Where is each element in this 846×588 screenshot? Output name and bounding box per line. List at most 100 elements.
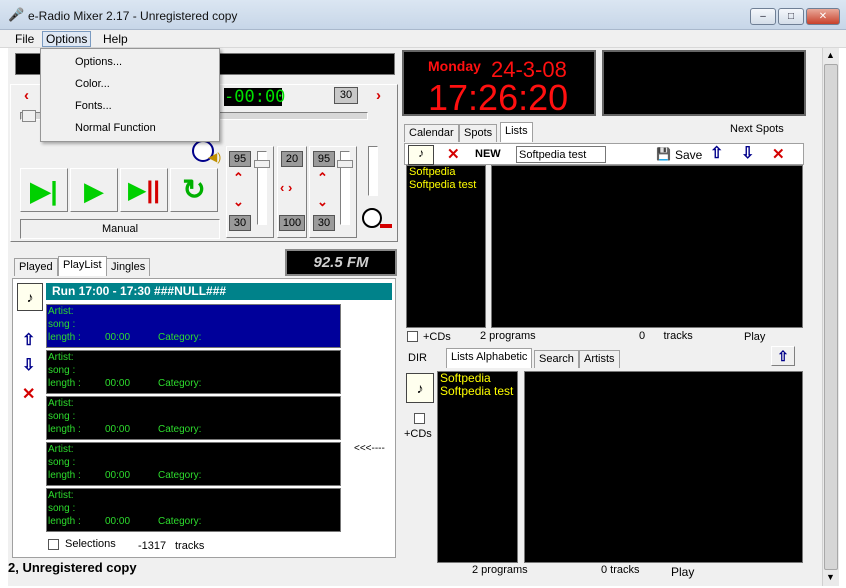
- menu-item-normal-function[interactable]: Normal Function: [41, 117, 219, 139]
- lists-play-button[interactable]: Play: [744, 331, 765, 343]
- dir-programs: 2 programs: [472, 564, 528, 576]
- slot-artist-label: Artist:: [48, 352, 74, 363]
- menu-item-color[interactable]: Color...: [41, 73, 219, 95]
- playlist-slot[interactable]: Artist: song : length : 00:00 Category:: [46, 442, 341, 486]
- menu-item-fonts[interactable]: Fonts...: [41, 95, 219, 117]
- tab-calendar[interactable]: Calendar: [404, 124, 459, 142]
- prev-arrow-icon[interactable]: ‹: [24, 87, 29, 104]
- mid-top: 20: [281, 151, 303, 167]
- status-bar: 2, Unregistered copy: [8, 559, 400, 579]
- skip-button[interactable]: ▶|: [20, 168, 68, 212]
- volume-left-up-icon[interactable]: ⌃: [233, 170, 244, 186]
- list-item[interactable]: Softpedia: [407, 166, 485, 179]
- dir-play-button[interactable]: Play: [671, 565, 694, 579]
- close-button[interactable]: ✕: [806, 8, 840, 25]
- slot-artist-label: Artist:: [48, 398, 74, 409]
- dir-cds-label: +CDs: [404, 428, 432, 440]
- scroll-down-icon[interactable]: ▼: [826, 572, 835, 582]
- tab-lists[interactable]: Lists: [500, 122, 533, 142]
- tab-spots[interactable]: Spots: [459, 124, 498, 142]
- program-header: Run 17:00 - 17:30 ###NULL###: [46, 283, 392, 300]
- mid-balance-icon[interactable]: ‹ ›: [280, 180, 292, 195]
- dir-up-icon[interactable]: ⇧: [771, 346, 795, 366]
- speaker-icon[interactable]: ◀): [208, 150, 221, 164]
- tab-played[interactable]: Played: [14, 258, 58, 276]
- tab-jingles[interactable]: Jingles: [106, 258, 151, 276]
- dir-left-box: Softpedia Softpedia test: [437, 371, 518, 563]
- lists-cds-checkbox[interactable]: [407, 331, 418, 342]
- play-button[interactable]: ▶: [70, 168, 118, 212]
- scroll-up-icon[interactable]: ▲: [826, 50, 835, 60]
- list-item[interactable]: Softpedia test: [438, 385, 517, 398]
- play-pause-button[interactable]: ▶||: [120, 168, 168, 212]
- volume-right-thumb[interactable]: [337, 160, 353, 168]
- list-item[interactable]: Softpedia test: [407, 179, 485, 192]
- tracks-label: tracks: [175, 540, 205, 552]
- tab-lists-alphabetic[interactable]: Lists Alphabetic: [446, 348, 533, 368]
- total-count: -1317: [138, 540, 167, 552]
- list-remove-icon[interactable]: ✕: [772, 145, 785, 163]
- lists-cds-label: +CDs: [423, 331, 451, 343]
- mode-field[interactable]: Manual: [20, 219, 220, 239]
- volume-right-top: 95: [313, 151, 335, 167]
- master-slider[interactable]: [368, 146, 378, 196]
- tab-search[interactable]: Search: [534, 350, 579, 368]
- selection-checkbox[interactable]: [48, 539, 59, 550]
- playlist-slot[interactable]: Artist: song : length : 00:00 Category:: [46, 396, 341, 440]
- next-arrow-icon[interactable]: ›: [376, 87, 381, 104]
- volume-right-down-icon[interactable]: ⌄: [317, 194, 328, 210]
- dir-cds-checkbox[interactable]: [414, 413, 425, 424]
- menu-item-options[interactable]: Options...: [41, 51, 219, 73]
- move-up-icon[interactable]: ⇧: [22, 330, 35, 350]
- slot-song-label: song :: [48, 457, 76, 468]
- slot-category-label: Category:: [158, 378, 202, 389]
- playlist-slot[interactable]: Artist: song : length : 00:00 Category:: [46, 350, 341, 394]
- repeat-button[interactable]: ↻: [170, 168, 218, 212]
- dir-right-box: [524, 371, 803, 563]
- slot-length-label: length :: [48, 424, 81, 435]
- slot-category-label: Category:: [158, 332, 202, 343]
- selection-label: Selections: [65, 538, 116, 550]
- volume-left-top: 95: [229, 151, 251, 167]
- delete-list-icon[interactable]: ✕: [447, 145, 460, 163]
- volume-left-bottom: 30: [229, 215, 251, 231]
- menu-options[interactable]: Options: [42, 31, 92, 47]
- volume-right-up-icon[interactable]: ⌃: [317, 170, 328, 186]
- minimize-button[interactable]: –: [750, 8, 776, 25]
- time-display: -00:00: [224, 87, 286, 107]
- lists-tracks: 0 tracks: [639, 330, 693, 342]
- save-disk-icon[interactable]: 💾: [656, 147, 671, 161]
- list-down-icon[interactable]: ⇩: [741, 143, 754, 163]
- tab-artists[interactable]: Artists: [579, 350, 620, 368]
- volume-left-down-icon[interactable]: ⌄: [233, 194, 244, 210]
- volume-left-thumb[interactable]: [254, 160, 270, 168]
- maximize-button[interactable]: □: [778, 8, 804, 25]
- notes-list-icon[interactable]: ♪: [408, 145, 434, 165]
- menu-help[interactable]: Help: [100, 31, 131, 47]
- position-thumb[interactable]: [22, 110, 36, 122]
- list-up-icon[interactable]: ⇧: [710, 143, 723, 163]
- playlist-slot[interactable]: Artist: song : length : 00:00 Category:: [46, 488, 341, 532]
- headphone-icon[interactable]: [362, 208, 382, 228]
- slot-length-value: 00:00: [105, 332, 131, 343]
- save-button[interactable]: Save: [675, 148, 702, 162]
- menu-bar: File Options Help: [0, 30, 846, 48]
- scroll-thumb[interactable]: [824, 64, 838, 570]
- lists-programs: 2 programs: [480, 330, 536, 342]
- new-list-button[interactable]: NEW: [475, 148, 501, 160]
- slot-category-label: Category:: [158, 516, 202, 527]
- move-down-icon[interactable]: ⇩: [22, 355, 35, 375]
- next-spots-label: Next Spots: [730, 123, 784, 135]
- slot-category-label: Category:: [158, 424, 202, 435]
- app-icon: 🎤: [8, 7, 25, 22]
- title-bar: 🎤 e-Radio Mixer 2.17 - Unregistered copy…: [0, 0, 846, 30]
- slot-length-label: length :: [48, 470, 81, 481]
- slot-artist-label: Artist:: [48, 444, 74, 455]
- delete-icon[interactable]: ✕: [22, 384, 35, 404]
- tab-dir[interactable]: DIR: [404, 350, 431, 368]
- playlist-slot[interactable]: Artist: song : length : 00:00 Category:: [46, 304, 341, 348]
- tab-playlist[interactable]: PlayList: [58, 256, 107, 276]
- menu-file[interactable]: File: [12, 31, 37, 47]
- vertical-scrollbar[interactable]: ▲ ▼: [822, 48, 839, 586]
- list-name-input[interactable]: [516, 146, 606, 163]
